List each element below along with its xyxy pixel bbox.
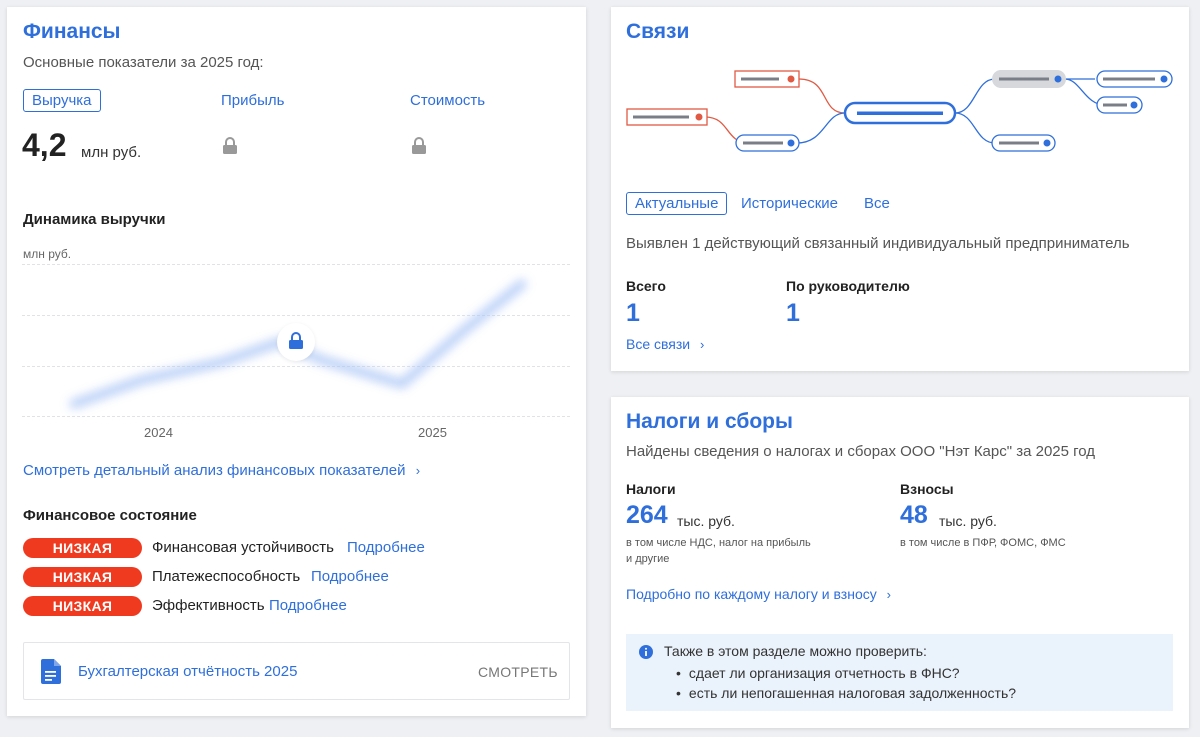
- financial-analysis-link[interactable]: Смотреть детальный анализ финансовых пок…: [23, 462, 420, 479]
- chevron-right-icon: ›: [415, 463, 421, 478]
- tax-details-label: Подробно по каждому налогу и взносу: [626, 586, 877, 602]
- chart-unit: млн руб.: [23, 247, 72, 261]
- accounting-report-label: Бухгалтерская отчётность 2025: [78, 663, 298, 680]
- contributions-unit: тыс. руб.: [939, 513, 997, 529]
- profit-lock-icon: [222, 137, 238, 160]
- taxes-unit: тыс. руб.: [677, 513, 735, 529]
- accounting-report-row[interactable]: Бухгалтерская отчётность 2025 СМОТРЕТЬ: [23, 642, 570, 700]
- info-icon: [639, 645, 653, 659]
- taxes-value: 264: [626, 501, 668, 529]
- contributions-note: в том числе в ПФР, ФОМС, ФМС: [900, 537, 1066, 549]
- state-details-link[interactable]: Подробнее: [311, 568, 389, 585]
- tab-revenue[interactable]: Выручка: [23, 89, 101, 112]
- links-graph-illustration: [626, 70, 1173, 152]
- links-total-value: 1: [626, 299, 640, 327]
- taxes-subtitle: Найдены сведения о налогах и сборах ООО …: [626, 443, 1096, 460]
- all-links-label: Все связи: [626, 336, 691, 352]
- info-item-text: сдает ли организация отчетность в ФНС?: [688, 665, 960, 681]
- contributions-label: Взносы: [900, 481, 954, 497]
- links-summary: Выявлен 1 действующий связанный индивиду…: [626, 235, 1130, 252]
- tax-info-box: Также в этом разделе можно проверить: • с…: [626, 634, 1173, 711]
- taxes-label: Налоги: [626, 481, 676, 497]
- finance-card: Финансы Основные показатели за 2025 год:…: [7, 7, 586, 716]
- contributions-value: 48: [900, 501, 928, 529]
- chart-title: Динамика выручки: [23, 211, 166, 228]
- document-icon: [41, 659, 61, 684]
- state-row-stability: НИЗКАЯ Финансовая устойчивость Подробнее: [23, 538, 523, 558]
- taxes-note-line-1: в том числе НДС, налог на прибыль: [626, 537, 811, 549]
- tab-all-links[interactable]: Все: [864, 195, 890, 212]
- status-badge: НИЗКАЯ: [23, 596, 142, 616]
- revenue-unit: млн руб.: [81, 144, 142, 161]
- state-details-link[interactable]: Подробнее: [347, 539, 425, 556]
- status-badge: НИЗКАЯ: [23, 567, 142, 587]
- finance-subtitle: Основные показатели за 2025 год:: [23, 54, 264, 71]
- state-row-solvency: НИЗКАЯ Платежеспособность Подробнее: [23, 567, 523, 587]
- tab-historical-links[interactable]: Исторические: [741, 195, 838, 212]
- state-row-efficiency: НИЗКАЯ Эффективность Подробнее: [23, 596, 523, 616]
- financial-state-title: Финансовое состояние: [23, 507, 197, 524]
- chart-lock-badge: [277, 323, 315, 361]
- status-badge: НИЗКАЯ: [23, 538, 142, 558]
- info-list-item: • есть ли непогашенная налоговая задолжен…: [676, 685, 1016, 701]
- state-name: Эффективность: [152, 597, 265, 614]
- tab-profit[interactable]: Прибыль: [221, 92, 284, 109]
- finance-title: Финансы: [23, 20, 121, 43]
- state-details-link[interactable]: Подробнее: [269, 597, 347, 614]
- taxes-title: Налоги и сборы: [626, 410, 793, 433]
- links-total-label: Всего: [626, 278, 666, 294]
- all-links-link[interactable]: Все связи ›: [626, 336, 704, 352]
- links-title: Связи: [626, 20, 690, 43]
- info-title: Также в этом разделе можно проверить:: [664, 643, 927, 659]
- links-by-head-label: По руководителю: [786, 278, 910, 294]
- view-report-button[interactable]: СМОТРЕТЬ: [478, 664, 558, 680]
- bullet: •: [676, 685, 681, 701]
- tax-details-link[interactable]: Подробно по каждому налогу и взносу ›: [626, 586, 891, 602]
- links-by-head-value: 1: [786, 299, 800, 327]
- chart-year-label: 2024: [144, 425, 173, 440]
- state-name: Платежеспособность: [152, 568, 301, 585]
- chart-year-label: 2025: [418, 425, 447, 440]
- info-item-text: есть ли непогашенная налоговая задолженн…: [688, 685, 1017, 701]
- state-name: Финансовая устойчивость: [152, 539, 334, 556]
- info-list-item: • сдает ли организация отчетность в ФНС?: [676, 665, 960, 681]
- tab-current-links[interactable]: Актуальные: [626, 192, 728, 215]
- value-lock-icon: [411, 137, 427, 160]
- revenue-value: 4,2: [22, 127, 67, 163]
- links-card: Связи Актуальные Исторические Все Выявле…: [611, 7, 1189, 371]
- financial-analysis-link-label: Смотреть детальный анализ финансовых пок…: [23, 462, 406, 479]
- bullet: •: [676, 665, 681, 681]
- chevron-right-icon: ›: [700, 337, 705, 352]
- taxes-card: Налоги и сборы Найдены сведения о налога…: [611, 397, 1189, 728]
- chevron-right-icon: ›: [886, 587, 891, 602]
- taxes-note-line-2: и другие: [626, 553, 670, 565]
- lock-icon: [289, 332, 303, 349]
- tab-value[interactable]: Стоимость: [410, 92, 485, 109]
